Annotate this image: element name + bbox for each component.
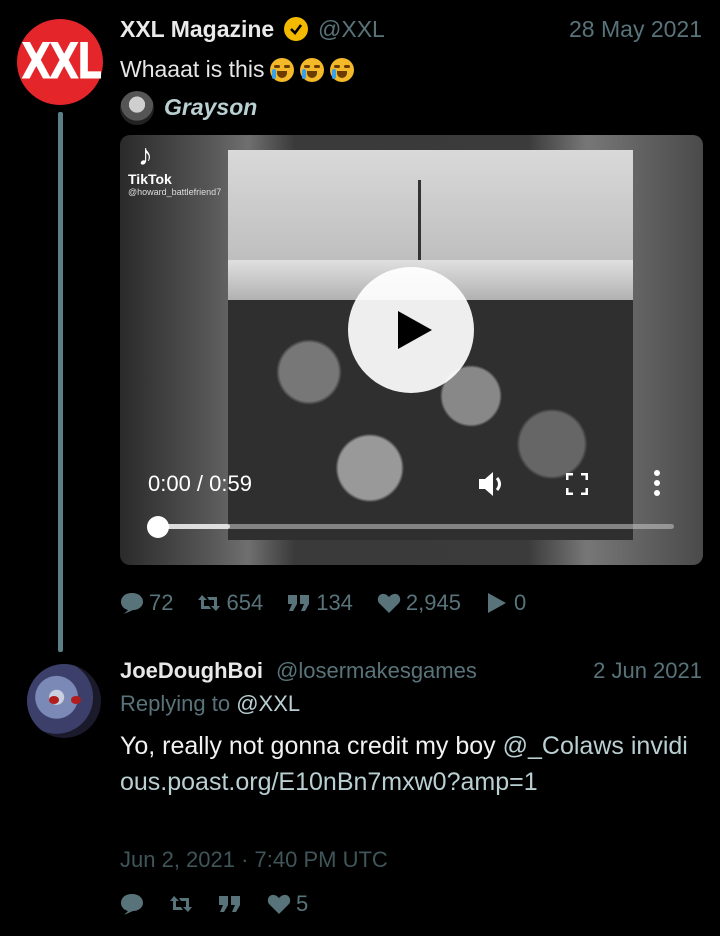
crying-emoji-icon <box>330 57 355 82</box>
avatar-eye <box>49 696 59 704</box>
play-stat[interactable]: 0 <box>485 590 526 616</box>
tweet-date[interactable]: 2 Jun 2021 <box>593 658 702 684</box>
video-player[interactable]: ♪ TikTok @howard_battlefriend7 0:00 / 0:… <box>120 135 703 565</box>
video-progress-bar[interactable] <box>158 524 674 529</box>
tweet-stats: 72 654 134 2,945 0 <box>120 590 550 616</box>
play-count-icon <box>487 593 506 613</box>
retweet-stat[interactable] <box>169 893 198 915</box>
retweet-icon <box>198 595 221 611</box>
comment-icon <box>121 593 143 614</box>
more-options-icon[interactable] <box>652 469 662 497</box>
heart-icon <box>377 593 401 613</box>
author-handle[interactable]: @losermakesgames <box>276 658 477 684</box>
avatar[interactable]: XXL <box>17 19 103 105</box>
quote-icon <box>219 896 240 912</box>
comment-icon <box>121 894 143 915</box>
tiktok-watermark: ♪ TikTok @howard_battlefriend7 <box>128 139 222 198</box>
tweet-text-content: Whaaat is this <box>120 56 265 82</box>
tweet-date[interactable]: 28 May 2021 <box>569 16 702 43</box>
quote-author-name[interactable]: Grayson <box>164 94 257 121</box>
retweet-count: 654 <box>226 590 264 615</box>
author-handle[interactable]: @XXL <box>318 16 385 43</box>
tweet-text-content: Yo, really not gonna credit my boy <box>120 732 503 760</box>
verified-badge-icon <box>284 17 308 41</box>
replying-to: Replying to @XXL <box>120 691 300 717</box>
like-count: 2,945 <box>405 590 461 615</box>
video-progress-knob[interactable] <box>147 516 169 538</box>
tweet-text: Yo, really not gonna credit my boy @_Col… <box>120 728 700 800</box>
quote-avatar[interactable] <box>120 91 154 125</box>
tiktok-brand: TikTok <box>128 171 172 187</box>
like-stat[interactable]: 2,945 <box>377 590 461 616</box>
heart-icon <box>267 894 291 914</box>
reply-stat[interactable] <box>120 893 149 915</box>
reply-mention-link[interactable]: @XXL <box>236 691 300 716</box>
quote-stat[interactable] <box>218 893 247 915</box>
author-name[interactable]: XXL Magazine <box>120 16 274 43</box>
tweet-timestamp[interactable]: Jun 2, 2021 · 7:40 PM UTC <box>120 847 388 873</box>
quote-stat[interactable]: 134 <box>287 590 353 616</box>
tweet-text: Whaaat is this <box>120 56 355 83</box>
avatar-logo-text: XXL <box>20 33 102 91</box>
author-name[interactable]: JoeDoughBoi <box>120 658 263 684</box>
volume-icon[interactable] <box>478 471 506 497</box>
tiktok-icon: ♪ <box>138 139 153 172</box>
like-count: 5 <box>296 891 309 916</box>
play-icon <box>398 311 432 349</box>
crying-emoji-icon <box>300 57 325 82</box>
avatar-eye <box>71 696 81 704</box>
thread-line <box>58 112 63 652</box>
fullscreen-icon[interactable] <box>566 473 588 495</box>
like-stat[interactable]: 5 <box>267 891 308 917</box>
quote-icon <box>288 595 310 611</box>
video-time: 0:00 / 0:59 <box>148 471 252 496</box>
quote-count: 134 <box>316 590 353 615</box>
replying-prefix: Replying to <box>120 691 231 716</box>
play-button[interactable] <box>348 267 474 393</box>
play-count: 0 <box>513 590 527 615</box>
tiktok-handle: @howard_battlefriend7 <box>128 187 222 197</box>
mention-link[interactable]: @_Colaws <box>503 732 624 760</box>
tweet-stats: 5 <box>120 891 332 917</box>
reply-stat[interactable]: 72 <box>120 590 173 616</box>
crying-emoji-icon <box>270 57 295 82</box>
retweet-stat[interactable]: 654 <box>197 590 263 616</box>
reply-count: 72 <box>149 590 174 615</box>
retweet-icon <box>170 896 192 912</box>
avatar[interactable] <box>27 664 101 738</box>
